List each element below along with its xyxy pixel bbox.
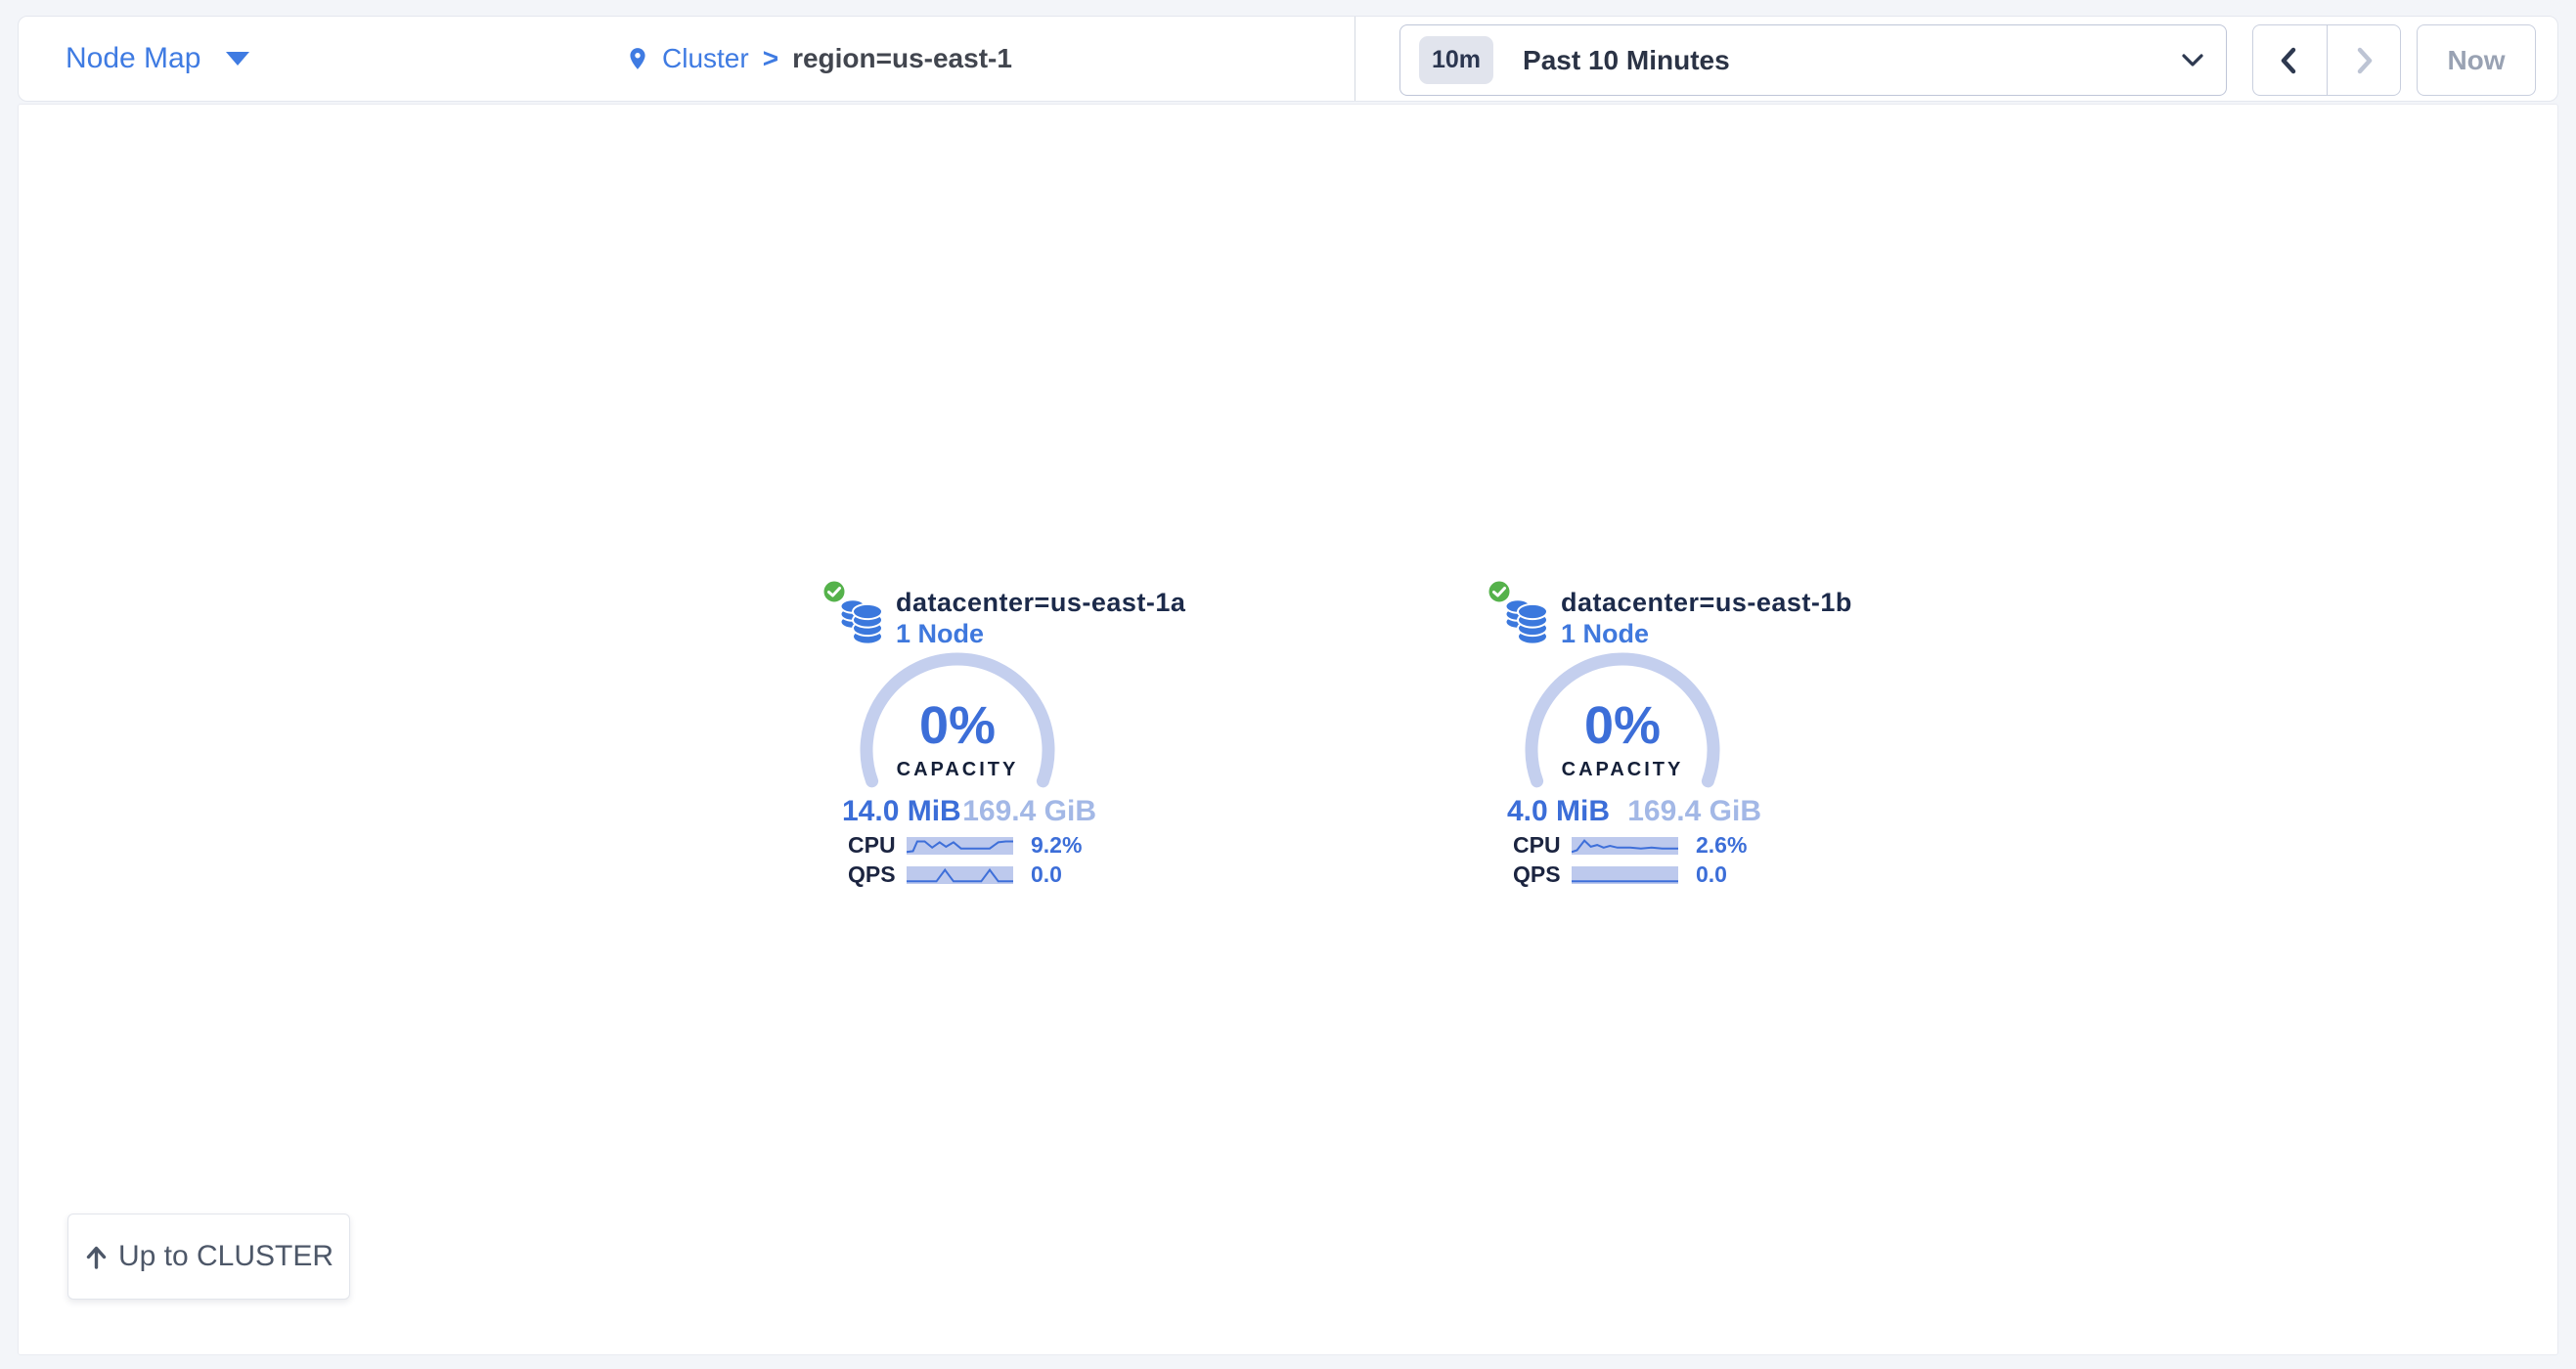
capacity-label: CAPACITY (1486, 760, 1759, 779)
breadcrumb-current: region=us-east-1 (792, 43, 1012, 74)
time-range-label: Past 10 Minutes (1523, 45, 1730, 76)
capacity-used: 14.0 MiB (842, 795, 961, 828)
capacity-values: 4.0 MiB 169.4 GiB (1507, 795, 1761, 828)
cpu-metric-row: CPU 9.2% (848, 832, 1108, 859)
datacenter-group-us-east-1b[interactable]: datacenter=us-east-1b 1 Node 0% CAPACITY… (1486, 574, 1779, 897)
breadcrumb-cluster-link[interactable]: Cluster (662, 43, 749, 74)
capacity-values: 14.0 MiB 169.4 GiB (842, 795, 1096, 828)
qps-sparkline (907, 866, 1013, 884)
cpu-label: CPU (848, 832, 907, 859)
qps-sparkline (1572, 866, 1678, 884)
qps-label: QPS (848, 861, 907, 888)
cpu-sparkline (907, 837, 1013, 855)
chevron-down-icon (2181, 54, 2204, 67)
chevron-right-icon (2349, 43, 2378, 78)
qps-metric-row: QPS 0.0 (1513, 861, 1773, 888)
capacity-available: 169.4 GiB (962, 795, 1096, 828)
cpu-sparkline (1572, 837, 1678, 855)
now-button[interactable]: Now (2417, 24, 2536, 96)
time-nav-arrows (2252, 24, 2401, 96)
capacity-label: CAPACITY (821, 760, 1094, 779)
capacity-percent: 0% (821, 699, 1094, 752)
arrow-up-icon (84, 1243, 109, 1270)
location-pin-icon (625, 44, 650, 73)
capacity-available: 169.4 GiB (1627, 795, 1761, 828)
capacity-used: 4.0 MiB (1507, 795, 1610, 828)
up-to-cluster-button[interactable]: Up to CLUSTER (67, 1214, 350, 1300)
caret-down-icon (226, 52, 249, 66)
cpu-value: 9.2% (1031, 832, 1082, 859)
qps-label: QPS (1513, 861, 1572, 888)
datacenter-group-us-east-1a[interactable]: datacenter=us-east-1a 1 Node 0% CAPACITY… (821, 574, 1114, 897)
topbar: Node Map Cluster > region=us-east-1 10m … (18, 16, 2558, 102)
time-next-button[interactable] (2328, 25, 2401, 95)
qps-value: 0.0 (1696, 861, 1727, 888)
qps-value: 0.0 (1031, 861, 1062, 888)
time-prev-button[interactable] (2253, 25, 2328, 95)
qps-metric-row: QPS 0.0 (848, 861, 1108, 888)
breadcrumb-separator: > (763, 43, 778, 74)
view-switcher-dropdown[interactable]: Node Map (66, 17, 249, 101)
up-to-cluster-label: Up to CLUSTER (118, 1240, 333, 1273)
capacity-percent: 0% (1486, 699, 1759, 752)
time-range-badge: 10m (1419, 36, 1493, 84)
cpu-label: CPU (1513, 832, 1572, 859)
chevron-left-icon (2275, 43, 2304, 78)
breadcrumb: Cluster > region=us-east-1 (625, 17, 1012, 101)
cpu-metric-row: CPU 2.6% (1513, 832, 1773, 859)
node-map-canvas: datacenter=us-east-1a 1 Node 0% CAPACITY… (18, 104, 2558, 1355)
cpu-value: 2.6% (1696, 832, 1747, 859)
time-range-dropdown[interactable]: 10m Past 10 Minutes (1399, 24, 2227, 96)
view-switcher-label: Node Map (66, 42, 200, 75)
